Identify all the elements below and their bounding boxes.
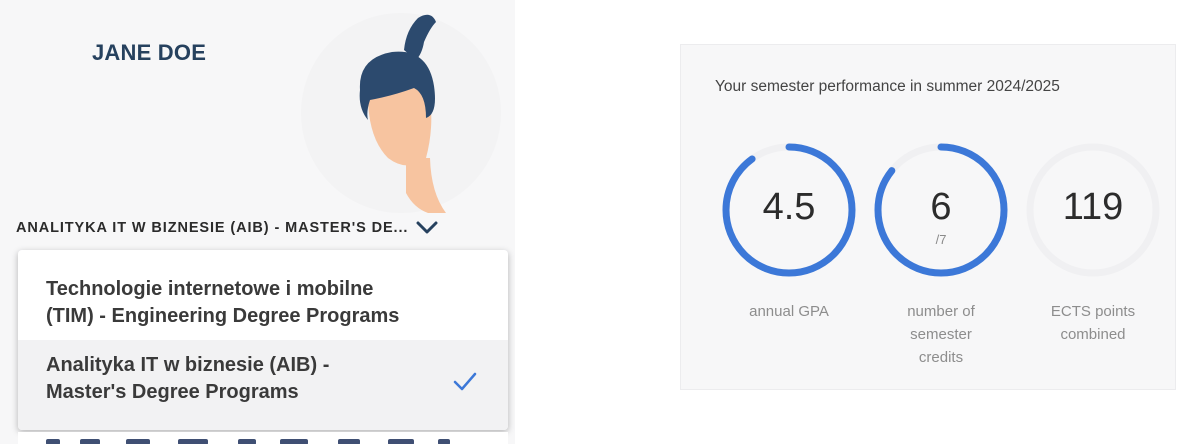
gpa-value: 4.5 [762,186,816,228]
gpa-label: annual GPA [719,300,859,323]
gpa-label-line: annual GPA [749,303,829,320]
program-option-tim[interactable]: Technologie internetowe i mobilne (TIM) … [18,250,508,340]
dropdown-next-item-peek [18,432,508,444]
check-icon [453,372,477,391]
performance-title: Your semester performance in summer 2024… [715,78,1060,95]
semester-performance-card: Your semester performance in summer 2024… [680,44,1176,390]
student-avatar-icon [301,13,501,213]
credits-label-line: credits [918,349,964,366]
program-dropdown: Technologie internetowe i mobilne (TIM) … [18,250,508,430]
program-option-line: Technologie internetowe i mobilne [46,278,374,300]
program-option-aib[interactable]: Analityka IT w biznesie (AIB) - Master's… [18,340,508,430]
program-selector[interactable]: ANALITYKA IT W BIZNESIE (AIB) - MASTER'S… [16,214,511,242]
ects-value: 119 [1062,186,1124,228]
credits-total: /7 [935,232,947,247]
ects-label: ECTS points combined [1023,300,1163,346]
student-name: JANE DOE [92,40,207,65]
credits-label-line: number of [907,303,975,320]
credits-label: number of semester credits [871,300,1011,369]
profile-panel: JANE DOE ANALITYKA IT W BIZNESIE (AIB) -… [0,0,515,444]
chevron-down-icon[interactable] [416,220,438,236]
selected-program-label: ANALITYKA IT W BIZNESIE (AIB) - MASTER'S… [16,220,409,236]
ects-label-line: ECTS points [1050,303,1136,320]
program-option-line: Analityka IT w biznesie (AIB) - [46,354,330,376]
ects-label-line: combined [1060,326,1126,343]
program-option-line: Master's Degree Programs [46,381,299,403]
credits-label-line: semester [910,326,972,343]
credits-value: 6 [930,186,952,228]
program-option-line: (TIM) - Engineering Degree Programs [46,305,400,327]
